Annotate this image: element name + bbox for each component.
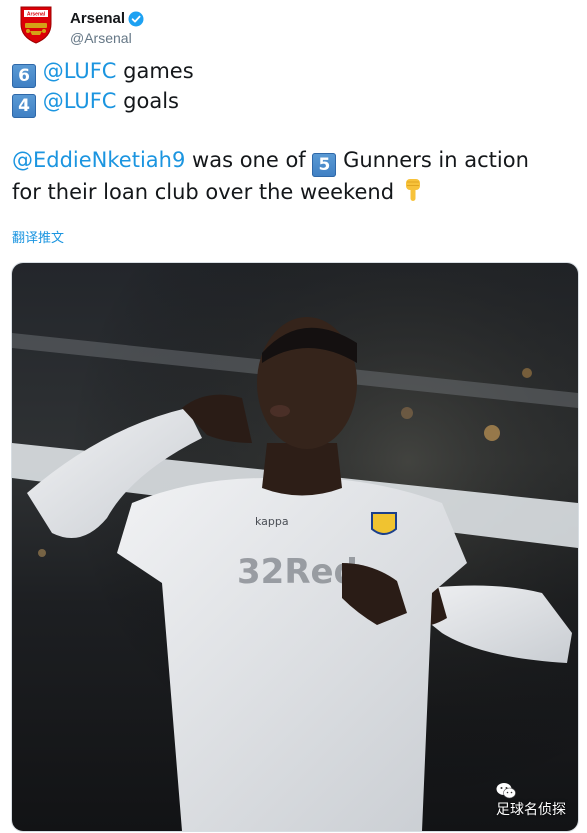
keycap-number-badge: 4 [12,94,36,118]
translate-tweet-link[interactable]: 翻译推文 [12,227,64,246]
tweet-media-photo[interactable]: 32Red kappa 足球名侦探 [11,262,579,832]
tweet-text: goals [123,89,179,113]
tweet-text: for their loan club over the weekend [12,180,395,204]
keycap-number-badge: 5 [312,153,337,177]
tweet: Arsenal Arsenal @Arsenal 6 @LUFC games 4… [0,0,587,833]
account-handle[interactable]: @Arsenal [70,30,144,46]
tweet-text: Gunners in action [343,148,529,172]
player-celebration-photo: 32Red kappa [12,263,578,831]
arsenal-crest-icon[interactable]: Arsenal [18,4,54,44]
pointing-down-hand-icon [406,179,421,201]
watermark: 足球名侦探 [496,782,566,819]
tweet-line-loan: for their loan club over the weekend [12,177,424,204]
wechat-icon [496,783,516,799]
keycap-number-badge: 6 [12,64,36,88]
mention-link-eddie[interactable]: @EddieNketiah9 [12,148,185,172]
tweet-text: games [123,59,194,83]
svg-text:32Red: 32Red [237,552,358,592]
mention-link-lufc[interactable]: @LUFC [43,89,117,113]
mention-link-lufc[interactable]: @LUFC [43,59,117,83]
watermark-text: 足球名侦探 [496,802,566,818]
verified-badge-icon [128,11,144,26]
tweet-line-goals: 4 @LUFC goals [12,89,179,118]
account-names: Arsenal @Arsenal [70,8,144,46]
svg-text:kappa: kappa [255,515,289,528]
tweet-text: was one of [192,148,306,172]
tweet-line-gunners: @EddieNketiah9 was one of 5 Gunners in a… [12,148,529,177]
tweet-line-games: 6 @LUFC games [12,59,194,88]
svg-text:Arsenal: Arsenal [27,12,46,18]
account-display-name[interactable]: Arsenal [70,10,125,27]
